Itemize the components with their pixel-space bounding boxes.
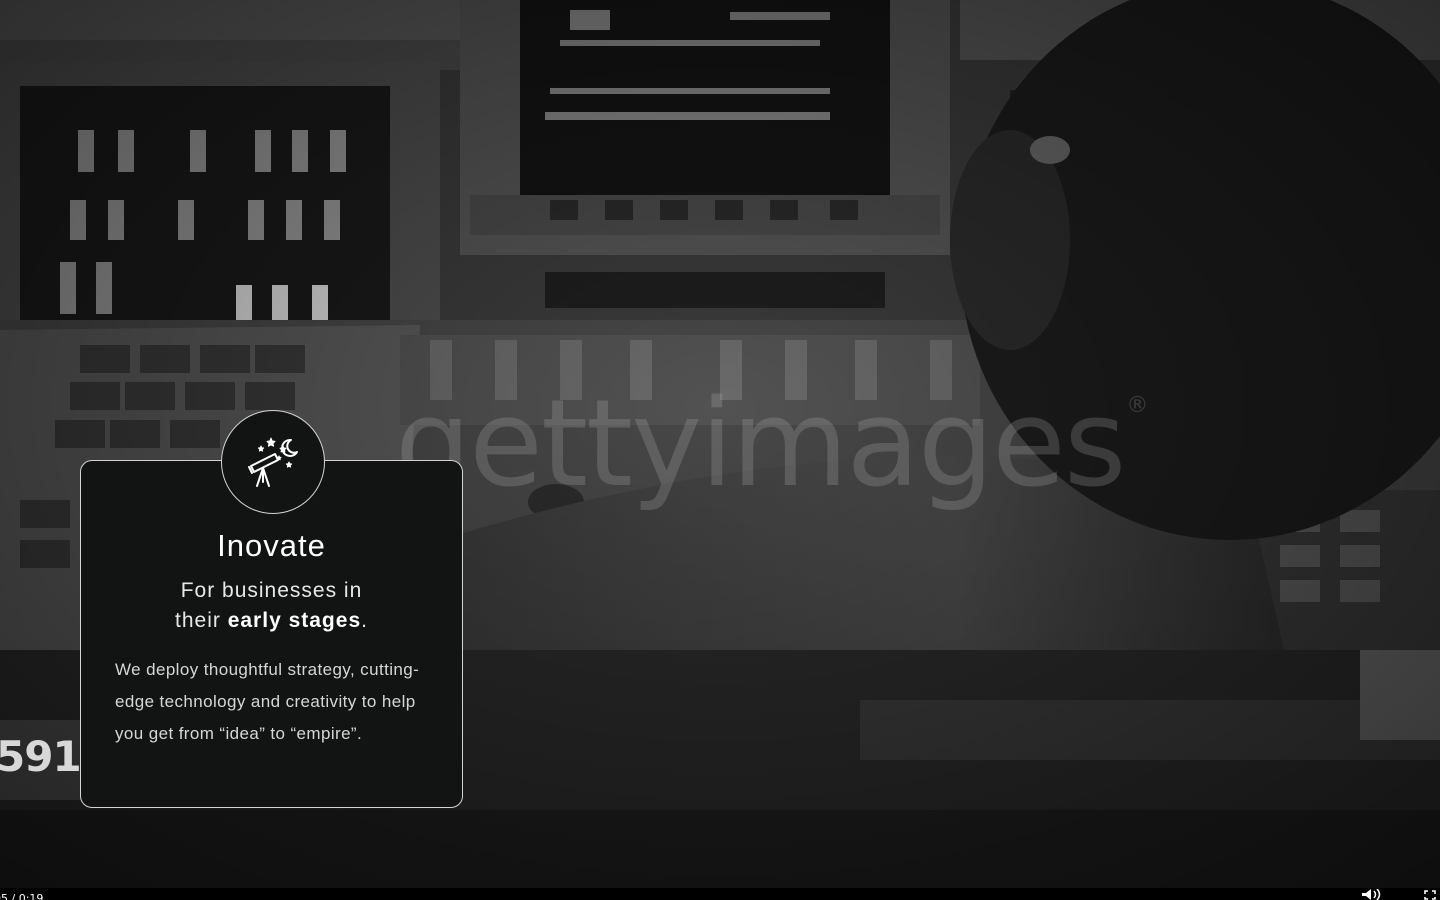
stock-watermark: gettyimages® (395, 375, 1148, 514)
plan-subtitle-line2: their early stages. (80, 606, 463, 636)
plan-subtitle: For businesses in their early stages. (80, 576, 463, 636)
plan-description: We deploy thoughtful strategy, cutting-e… (115, 660, 420, 743)
plan-icon-badge (221, 410, 325, 514)
plan-title: Inovate (217, 528, 326, 563)
plan-subtitle-suffix: . (361, 609, 368, 632)
telescope-stars-icon (248, 437, 298, 487)
video-time-readout: 05 / 0:19 (0, 892, 44, 900)
plan-subtitle-prefix: their (175, 609, 228, 632)
fullscreen-icon[interactable] (1424, 890, 1436, 900)
plan-subtitle-emphasis: early stages (227, 609, 362, 632)
volume-icon[interactable] (1360, 889, 1384, 900)
watermark-registered-mark: ® (1126, 393, 1148, 418)
video-controls-bar[interactable] (0, 888, 1440, 900)
plan-subtitle-line1: For businesses in (180, 579, 363, 602)
video-stage[interactable]: gettyimages® 5919 Inovate For businesses… (0, 0, 1440, 900)
watermark-text: gettyimages (395, 375, 1126, 514)
